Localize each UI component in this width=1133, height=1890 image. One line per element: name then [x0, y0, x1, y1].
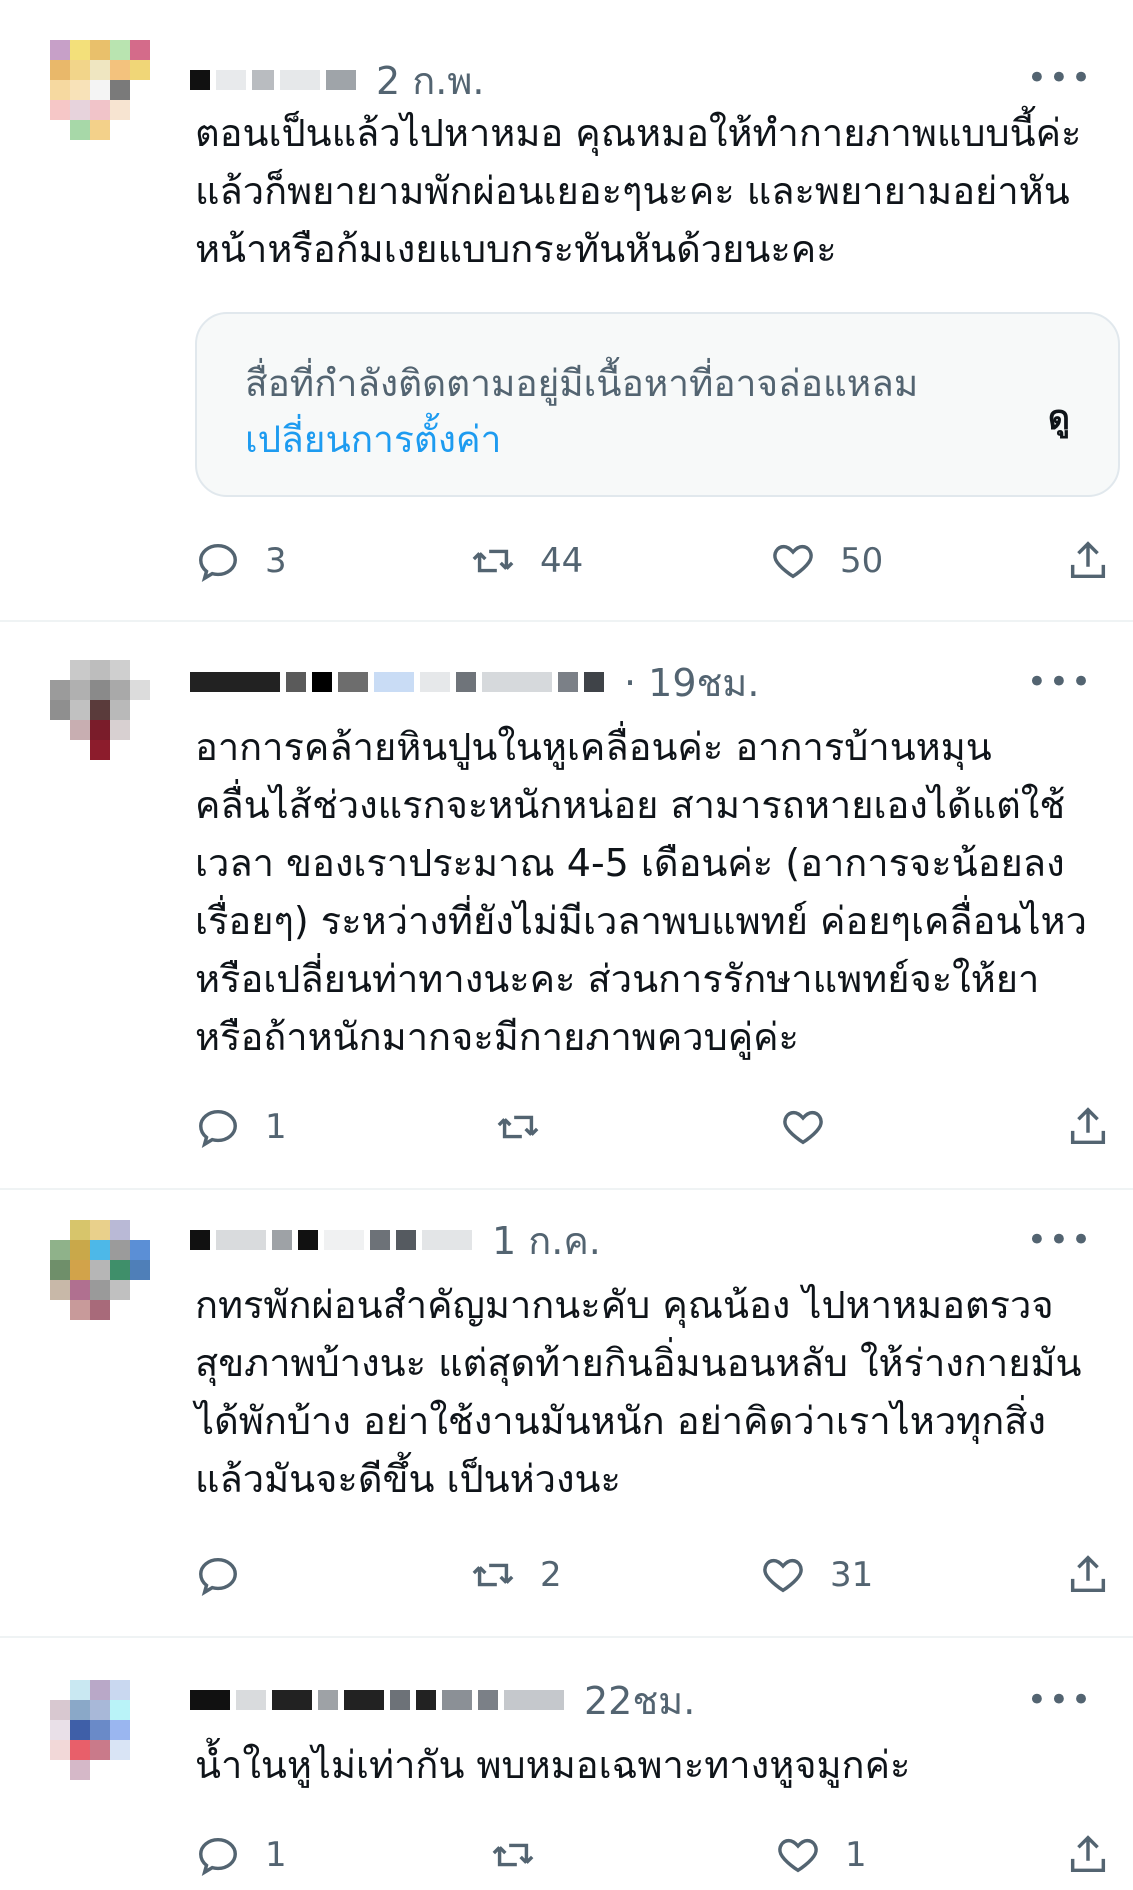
tweet[interactable]: · 19ชม. ••• อาการคล้ายหินปูนในหูเคลื่อนค…: [0, 622, 1133, 1188]
like-icon: [763, 1558, 803, 1593]
avatar[interactable]: [50, 1220, 150, 1320]
tweet-actions: 1: [195, 1102, 1106, 1152]
tweet-text: อาการคล้ายหินปูนในหูเคลื่อนค่ะ อาการบ้าน…: [195, 725, 1087, 1059]
more-icon[interactable]: •••: [1027, 1680, 1093, 1720]
like-icon: [773, 544, 813, 579]
tweet-header: 1 ก.ค.: [190, 1219, 601, 1263]
like-button[interactable]: 1: [775, 1830, 867, 1880]
like-count: 31: [830, 1555, 874, 1595]
reply-count: 1: [265, 1835, 287, 1875]
share-button[interactable]: [1065, 1830, 1111, 1880]
like-count: 50: [840, 541, 884, 581]
retweet-button[interactable]: 2: [470, 1550, 562, 1600]
tweet-time[interactable]: 22ชม.: [584, 1670, 695, 1731]
author-name[interactable]: [190, 672, 280, 692]
retweet-button[interactable]: [495, 1102, 565, 1152]
more-icon[interactable]: •••: [1027, 662, 1093, 702]
retweet-button[interactable]: 44: [470, 536, 583, 586]
like-icon: [778, 1838, 818, 1873]
retweet-count: 2: [540, 1555, 562, 1595]
tweet-actions: 1 1: [195, 1830, 1106, 1880]
more-icon[interactable]: •••: [1027, 1220, 1093, 1260]
reply-icon: [199, 1837, 237, 1876]
avatar[interactable]: [50, 40, 150, 140]
like-button[interactable]: [780, 1102, 850, 1152]
retweet-icon: [497, 1115, 539, 1139]
tweet-header: 22ชม.: [190, 1679, 695, 1723]
more-icon[interactable]: •••: [1027, 58, 1093, 98]
tweet-actions: 2 31: [195, 1550, 1106, 1600]
like-count: 1: [845, 1835, 867, 1875]
retweet-button[interactable]: [490, 1830, 560, 1880]
reply-button[interactable]: 1: [195, 1830, 287, 1880]
reply-icon: [199, 1557, 237, 1596]
view-button[interactable]: ดู: [1048, 390, 1070, 444]
tweet-time[interactable]: · 19ชม.: [624, 652, 759, 713]
share-icon: [1070, 1835, 1106, 1873]
tweet-actions: 3 44 50: [195, 536, 1106, 586]
change-settings-link[interactable]: เปลี่ยนการตั้งค่า: [245, 410, 501, 469]
tweet-header: 2 ก.พ.: [190, 59, 484, 103]
tweet-time[interactable]: 2 ก.พ.: [376, 50, 484, 111]
share-icon: [1070, 1555, 1106, 1593]
author-name[interactable]: [190, 70, 210, 90]
reply-icon: [199, 543, 237, 582]
like-icon: [783, 1110, 823, 1145]
share-button[interactable]: [1065, 1550, 1111, 1600]
reply-button[interactable]: 1: [195, 1102, 287, 1152]
like-button[interactable]: 31: [760, 1550, 873, 1600]
share-icon: [1070, 541, 1106, 579]
retweet-icon: [472, 549, 514, 573]
reply-icon: [199, 1109, 237, 1148]
author-name[interactable]: [190, 1690, 230, 1710]
retweet-icon: [472, 1563, 514, 1587]
share-icon: [1070, 1107, 1106, 1145]
tweet[interactable]: 22ชม. ••• น้ำในหูไม่เท่ากัน พบหมอเฉพาะทา…: [0, 1638, 1133, 1890]
reply-count: 1: [265, 1107, 287, 1147]
avatar[interactable]: [50, 1680, 150, 1780]
tweet-header: · 19ชม.: [190, 661, 759, 705]
like-button[interactable]: 50: [770, 536, 883, 586]
retweet-icon: [492, 1843, 534, 1867]
tweet-time[interactable]: 1 ก.ค.: [492, 1210, 601, 1271]
reply-count: 3: [265, 541, 287, 581]
retweet-count: 44: [540, 541, 584, 581]
author-name[interactable]: [190, 1230, 210, 1250]
reply-button[interactable]: 3: [195, 536, 287, 586]
tweet[interactable]: 1 ก.ค. ••• กทรพักผ่อนสำคัญมากนะคับ คุณน้…: [0, 1190, 1133, 1636]
tweet-text: กทรพักผ่อนสำคัญมากนะคับ คุณน้อง ไปหาหมอต…: [195, 1283, 1082, 1501]
avatar[interactable]: [50, 660, 150, 760]
tweet-text: น้ำในหูไม่เท่ากัน พบหมอเฉพาะทางหูจมูกค่ะ: [195, 1743, 911, 1787]
tweet[interactable]: 2 ก.พ. ••• ตอนเป็นแล้วไปหาหมอ คุณหมอให้ท…: [0, 0, 1133, 620]
sensitive-message: สื่อที่กำลังติดตามอยู่มีเนื้อหาที่อาจล่อ…: [245, 362, 919, 405]
sensitive-media-warning[interactable]: สื่อที่กำลังติดตามอยู่มีเนื้อหาที่อาจล่อ…: [195, 312, 1120, 497]
reply-button[interactable]: [195, 1550, 265, 1600]
tweet-text: ตอนเป็นแล้วไปหาหมอ คุณหมอให้ทำกายภาพแบบน…: [195, 111, 1082, 271]
share-button[interactable]: [1065, 1102, 1111, 1152]
share-button[interactable]: [1065, 536, 1111, 586]
